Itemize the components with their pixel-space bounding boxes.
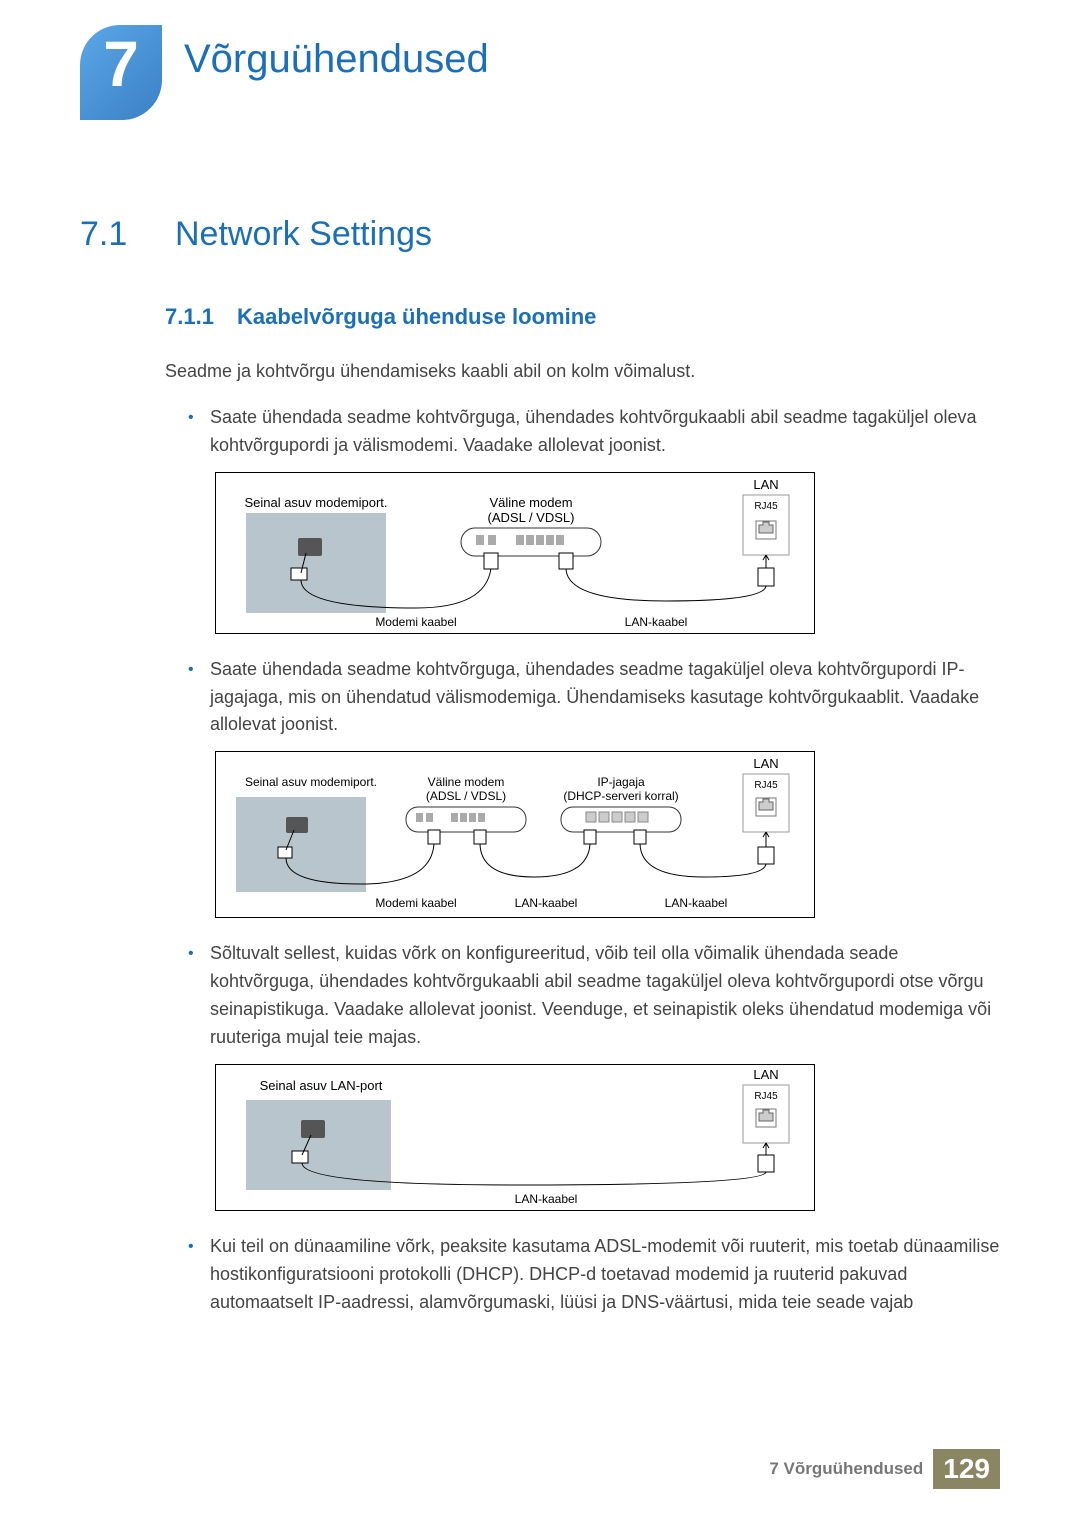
content-area: 7.1Network Settings 7.1.1Kaabelvõrguga ü… [0,120,1080,1317]
d2-modem-sub: (ADSL / VDSL) [426,789,506,803]
section-title: Network Settings [175,215,432,253]
list-item: Saate ühendada seadme kohtvõrguga, ühend… [210,656,1000,740]
footer-chapter-ref: 7 Võrguühendused [769,1459,923,1479]
d2-modem-title: Väline modem [428,775,505,789]
list-item: Saate ühendada seadme kohtvõrguga, ühend… [210,404,1000,460]
chapter-title: Võrguühendused [162,25,489,82]
subsection-title: Kaabelvõrguga ühenduse loomine [237,304,596,329]
d3-wall-port-label: Seinal asuv LAN-port [260,1078,383,1093]
diagram-2: Seinal asuv modemiport. Väline modem (AD… [215,751,815,918]
d2-ip-sub: (DHCP-serveri korral) [563,789,678,803]
d1-modem-sub: (ADSL / VDSL) [488,510,575,525]
d2-lan-cable2-label: LAN-kaabel [665,896,728,910]
page-footer: 7 Võrguühendused 129 [769,1449,1000,1489]
d3-lan-cable-label: LAN-kaabel [515,1192,578,1206]
chapter-number-tab: 7 [80,25,162,120]
page-number: 129 [933,1449,1000,1489]
list-item: Sõltuvalt sellest, kuidas võrk on konfig… [210,940,1000,1052]
d2-modem-cable-label: Modemi kaabel [375,896,456,910]
d2-ip-title: IP-jagaja [597,775,645,789]
d1-lan-cable-label: LAN-kaabel [625,615,688,629]
document-page: 7 Võrguühendused 7.1Network Settings 7.1… [0,0,1080,1527]
section-heading: 7.1Network Settings [80,215,1000,254]
d2-wall-port-label: Seinal asuv modemiport. [245,775,377,789]
d1-modem-title: Väline modem [489,495,572,510]
section-number: 7.1 [80,215,175,254]
diagram-3: Seinal asuv LAN-port LAN RJ45 LAN-kaabel [215,1064,815,1211]
bullet-list: Sõltuvalt sellest, kuidas võrk on konfig… [80,940,1000,1052]
d1-wall-port-label: Seinal asuv modemiport. [244,495,387,510]
d2-lan-label: LAN [753,756,778,771]
d1-lan-label: LAN [753,477,778,492]
subsection-heading: 7.1.1Kaabelvõrguga ühenduse loomine [80,304,1000,330]
bullet-list: Kui teil on dünaamiline võrk, peaksite k… [80,1233,1000,1317]
d1-modem-cable-label: Modemi kaabel [375,615,456,629]
d3-lan-label: LAN [753,1067,778,1082]
bullet-list: Saate ühendada seadme kohtvõrguga, ühend… [80,404,1000,460]
d3-rj45-label: RJ45 [754,1091,778,1102]
list-item: Kui teil on dünaamiline võrk, peaksite k… [210,1233,1000,1317]
chapter-header: 7 Võrguühendused [0,0,1080,120]
d2-rj45-label: RJ45 [754,780,778,791]
d2-lan-cable1-label: LAN-kaabel [515,896,578,910]
diagram-1: Seinal asuv modemiport. Väline modem (AD… [215,472,815,634]
intro-paragraph: Seadme ja kohtvõrgu ühendamiseks kaabli … [80,358,1000,386]
subsection-number: 7.1.1 [165,304,237,330]
bullet-list: Saate ühendada seadme kohtvõrguga, ühend… [80,656,1000,740]
d1-rj45-label: RJ45 [754,501,778,512]
